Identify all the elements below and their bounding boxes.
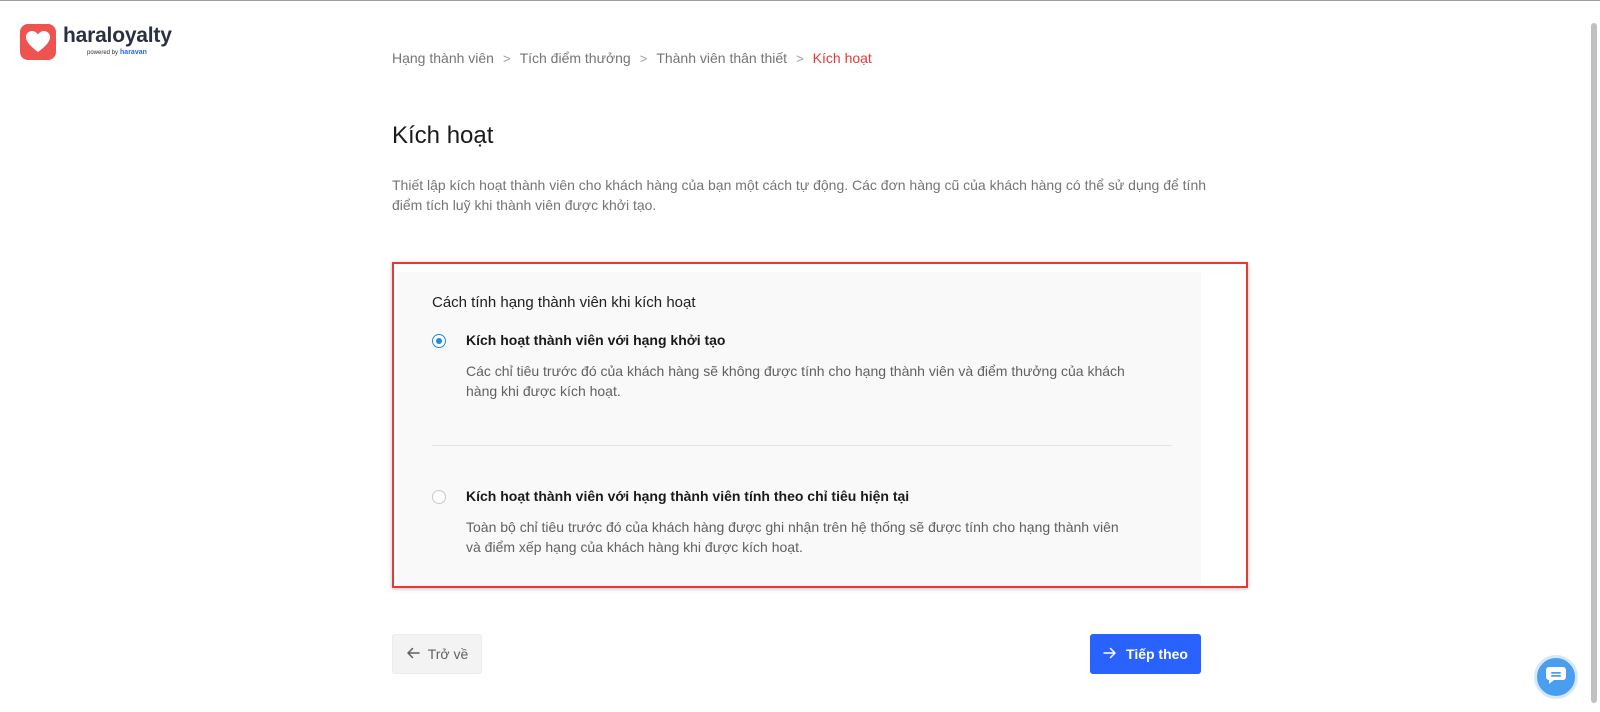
next-button-label: Tiếp theo <box>1126 646 1188 662</box>
app-logo[interactable]: haraloyalty powered by haravan <box>20 24 172 60</box>
breadcrumb-item-current: Kích hoạt <box>812 50 872 66</box>
powered-by-brand: haravan <box>120 49 147 56</box>
back-button-label: Trở về <box>427 646 469 662</box>
page-title: Kích hoạt <box>392 122 494 149</box>
logo-powered-by: powered by haravan <box>87 49 172 56</box>
breadcrumb: Hạng thành viên > Tích điểm thưởng > Thà… <box>392 50 872 66</box>
breadcrumb-item-reward-points[interactable]: Tích điểm thưởng <box>520 50 631 66</box>
chat-icon <box>1545 665 1567 690</box>
breadcrumb-separator: > <box>639 50 648 66</box>
window-top-border <box>0 0 1600 1</box>
breadcrumb-item-membership-tier[interactable]: Hạng thành viên <box>392 50 494 66</box>
scrollbar-track[interactable] <box>1588 1 1600 712</box>
powered-by-text: powered by <box>87 49 119 56</box>
logo-wordmark: haraloyalty <box>63 24 172 47</box>
next-button[interactable]: Tiếp theo <box>1090 634 1201 674</box>
back-button[interactable]: Trở về <box>392 634 482 674</box>
breadcrumb-separator: > <box>502 50 511 66</box>
heart-icon <box>20 24 56 60</box>
highlight-frame <box>392 262 1248 588</box>
breadcrumb-separator: > <box>796 50 804 66</box>
scrollbar-thumb[interactable] <box>1591 23 1597 703</box>
breadcrumb-item-loyal-members[interactable]: Thành viên thân thiết <box>656 50 787 66</box>
arrow-left-icon <box>406 646 420 663</box>
page-description: Thiết lập kích hoạt thành viên cho khách… <box>392 177 1207 213</box>
arrow-right-icon <box>1103 646 1117 663</box>
chat-widget-button[interactable] <box>1534 655 1578 699</box>
